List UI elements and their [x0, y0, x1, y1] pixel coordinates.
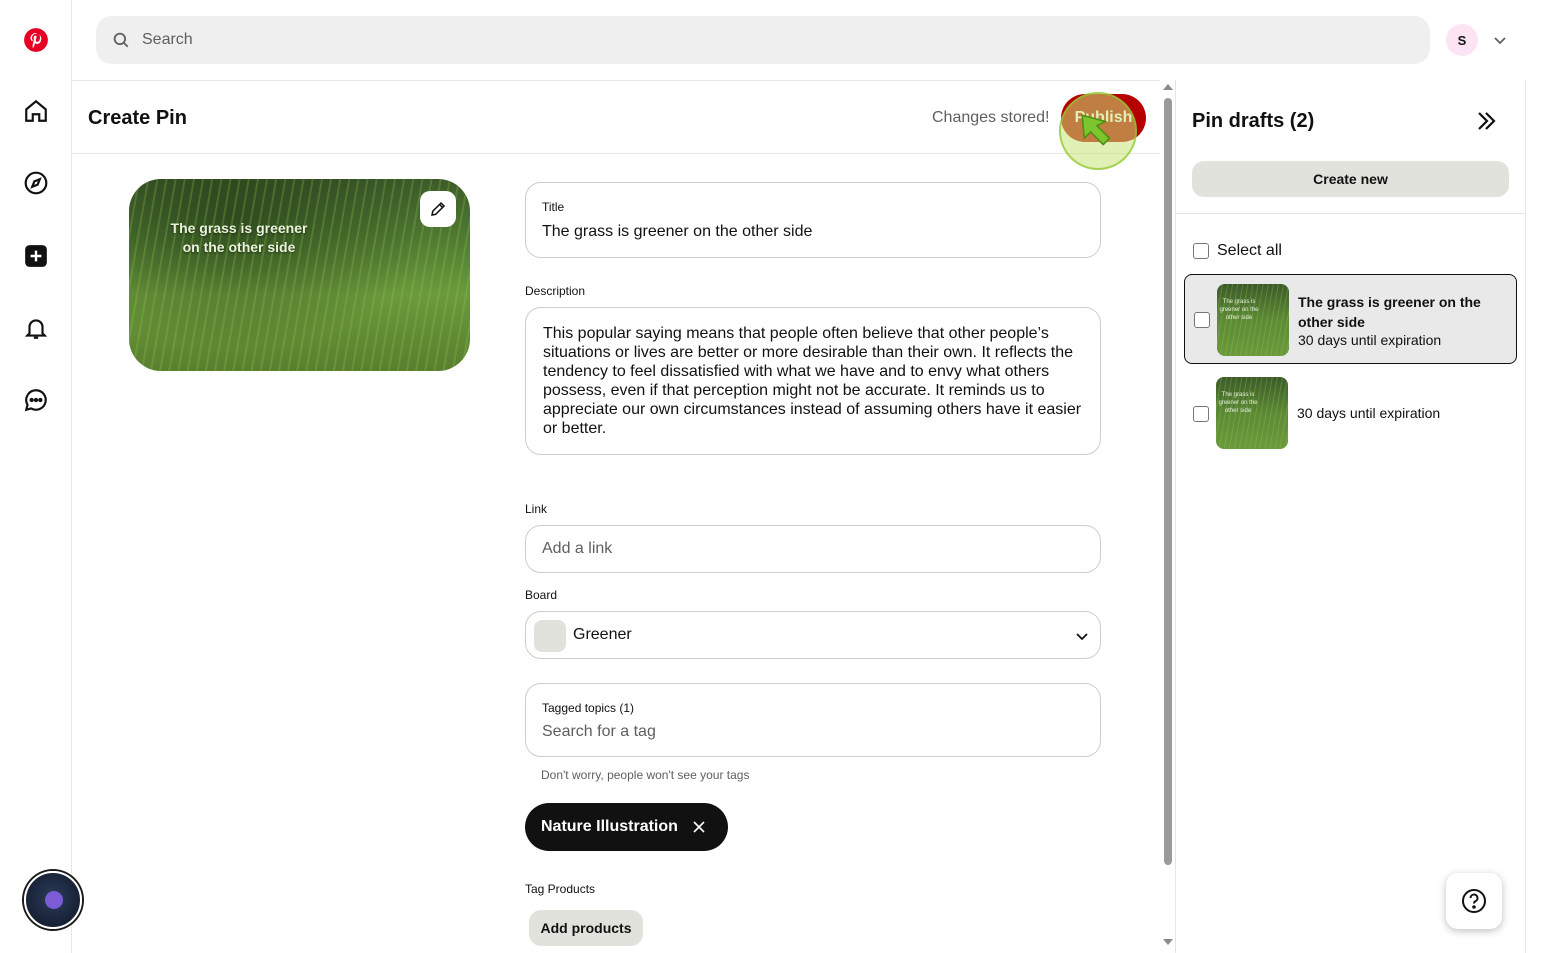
grass-image	[129, 179, 470, 371]
scroll-up-arrow-icon[interactable]	[1163, 84, 1173, 90]
left-nav-rail	[0, 0, 72, 953]
create-new-button[interactable]: Create new	[1192, 161, 1509, 197]
home-icon[interactable]	[20, 95, 52, 127]
tag-chip-label: Nature Illustration	[541, 818, 678, 835]
plus-square-icon[interactable]	[20, 240, 52, 272]
description-field[interactable]: This popular saying means that people of…	[525, 307, 1101, 455]
thumb-text: The grass is greener on the other side	[1219, 299, 1259, 321]
chevron-down-icon	[1076, 633, 1088, 641]
draft-title: The grass is greener on the other side	[1298, 294, 1481, 330]
draft-checkbox[interactable]	[1194, 312, 1210, 328]
add-products-button[interactable]: Add products	[529, 910, 643, 946]
collapse-panel-icon[interactable]	[1472, 107, 1500, 135]
products-label: Tag Products	[525, 882, 596, 896]
main-scrollbar[interactable]	[1160, 80, 1175, 953]
board-value: Greener	[573, 626, 632, 643]
description-value[interactable]: This popular saying means that people of…	[543, 324, 1088, 438]
assistant-dot-icon	[45, 891, 63, 909]
top-bar: Search S	[72, 0, 1541, 80]
title-value[interactable]: The grass is greener on the other side	[542, 223, 812, 241]
chevron-down-icon[interactable]	[1490, 30, 1510, 50]
search-placeholder: Search	[142, 31, 193, 48]
divider	[1176, 213, 1525, 214]
pencil-icon	[431, 201, 446, 216]
link-placeholder: Add a link	[542, 540, 613, 557]
title-label: Title	[542, 200, 565, 214]
draft-item[interactable]: The grass is greener on the other side 3…	[1184, 368, 1517, 458]
compass-icon[interactable]	[20, 167, 52, 199]
close-icon[interactable]	[691, 819, 707, 835]
link-field[interactable]: Add a link	[525, 525, 1101, 573]
bell-icon[interactable]	[20, 312, 52, 344]
tag-topics-field[interactable]: Tagged topics (1) Search for a tag	[525, 683, 1101, 757]
assistant-bubble[interactable]	[24, 871, 82, 929]
draft-item[interactable]: The grass is greener on the other side T…	[1184, 274, 1517, 364]
save-status: Changes stored!	[932, 109, 1050, 126]
create-pin-header: Create Pin Changes stored! Publish	[72, 81, 1160, 170]
draft-thumbnail: The grass is greener on the other side	[1216, 377, 1288, 449]
tags-placeholder[interactable]: Search for a tag	[542, 723, 656, 741]
board-label: Board	[525, 588, 558, 602]
create-pin-panel: Create Pin Changes stored! Publish The g…	[72, 80, 1160, 953]
draft-checkbox[interactable]	[1193, 406, 1209, 422]
chat-icon[interactable]	[20, 384, 52, 416]
cursor-arrow-icon	[1081, 114, 1111, 146]
draft-expiration: 30 days until expiration	[1297, 405, 1441, 421]
avatar[interactable]: S	[1446, 24, 1478, 56]
scroll-thumb[interactable]	[1164, 98, 1172, 865]
preview-overlay-text: The grass is greener on the other side	[170, 220, 308, 255]
thumb-text: The grass is greener on the other side	[1218, 392, 1258, 414]
board-thumbnail	[534, 620, 566, 652]
tags-hint: Don't worry, people won't see your tags	[541, 768, 750, 782]
tags-label: Tagged topics (1)	[542, 701, 635, 715]
scroll-down-arrow-icon[interactable]	[1163, 939, 1173, 945]
search-input[interactable]: Search	[96, 16, 1430, 64]
pinterest-logo-icon[interactable]	[20, 24, 52, 56]
link-label: Link	[525, 502, 548, 516]
draft-thumbnail: The grass is greener on the other side	[1217, 284, 1289, 356]
edit-image-button[interactable]	[420, 191, 456, 227]
board-select[interactable]: Greener	[525, 611, 1101, 659]
draft-expiration: 30 days until expiration	[1298, 332, 1442, 348]
help-button[interactable]	[1446, 873, 1502, 929]
pin-image-preview: The grass is greener on the other side	[129, 179, 470, 371]
pin-drafts-panel: Pin drafts (2) Create new Select all The…	[1175, 80, 1526, 953]
title-field[interactable]: Title The grass is greener on the other …	[525, 182, 1101, 258]
page-title: Create Pin	[88, 107, 187, 129]
question-icon	[1462, 889, 1486, 913]
select-all-checkbox[interactable]	[1193, 243, 1209, 259]
description-label: Description	[525, 284, 586, 298]
search-icon	[113, 32, 129, 48]
drafts-title: Pin drafts (2)	[1192, 110, 1315, 132]
select-all-label[interactable]: Select all	[1217, 242, 1282, 260]
tag-chip: Nature Illustration	[525, 803, 728, 851]
